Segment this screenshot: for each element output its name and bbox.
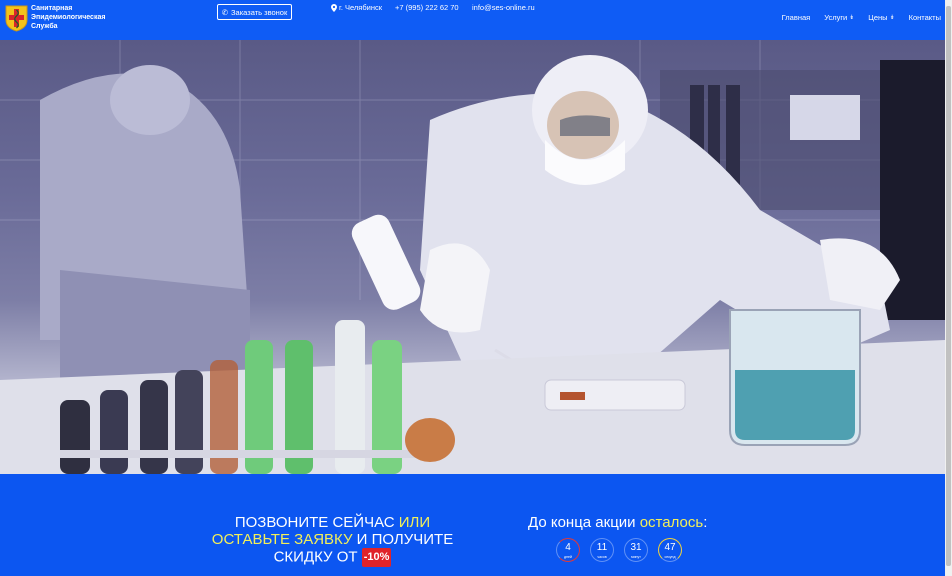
main-nav: Главная Услуги ↡ Цены ↡ Контакты bbox=[782, 13, 941, 22]
site-header: Санитарная Эпидемиологическая Служба ✆ З… bbox=[0, 0, 945, 40]
nav-label: Цены bbox=[868, 13, 888, 22]
email-link[interactable]: info@ses-online.ru bbox=[472, 3, 535, 12]
countdown-unit: минут bbox=[631, 555, 641, 559]
countdown-days: 4 дней bbox=[556, 538, 580, 562]
nav-label: Контакты bbox=[908, 13, 941, 22]
logo-icon[interactable] bbox=[4, 4, 29, 32]
countdown-unit: секунд bbox=[664, 555, 676, 559]
promo-text: И ПОЛУЧИТЕ bbox=[352, 531, 454, 548]
nav-label: Услуги bbox=[824, 13, 848, 22]
countdown-hours: 11 часов bbox=[590, 538, 614, 562]
logo-line: Санитарная bbox=[31, 5, 73, 12]
nav-item-services[interactable]: Услуги ↡ bbox=[824, 13, 854, 22]
logo-text: Санитарная Эпидемиологическая Служба bbox=[31, 4, 111, 31]
countdown-value: 4 bbox=[565, 542, 571, 553]
promo-highlight: ИЛИ bbox=[398, 514, 431, 531]
countdown-title: До конца акции осталось: bbox=[528, 514, 707, 531]
phone-icon: ✆ bbox=[221, 7, 229, 17]
countdown-seconds: 47 секунд bbox=[658, 538, 682, 562]
countdown-value: 11 bbox=[596, 542, 608, 553]
countdown-unit: часов bbox=[597, 555, 607, 559]
promo-highlight: ОСТАВЬТЕ ЗАЯВКУ bbox=[211, 531, 353, 548]
nav-label: Главная bbox=[781, 13, 811, 22]
countdown-title-highlight: осталось bbox=[639, 514, 704, 531]
phone-number[interactable]: +7 (995) 222 62 70 bbox=[395, 3, 459, 12]
lab-scene-illustration bbox=[0, 40, 945, 474]
city-info: г. Челябинск bbox=[331, 3, 382, 12]
logo-line: Эпидемиологическая bbox=[31, 14, 106, 21]
countdown-value: 31 bbox=[630, 542, 642, 553]
chevron-down-icon: ↡ bbox=[849, 15, 855, 21]
discount-badge: -10% bbox=[361, 548, 392, 567]
email-address[interactable]: info@ses-online.ru bbox=[472, 3, 535, 12]
countdown-timer: 4 дней 11 часов 31 минут 47 секунд bbox=[556, 538, 682, 562]
nav-item-home[interactable]: Главная bbox=[782, 13, 811, 22]
scrollbar-thumb[interactable] bbox=[946, 6, 951, 566]
nav-item-contacts[interactable]: Контакты bbox=[909, 13, 941, 22]
chevron-down-icon: ↡ bbox=[889, 15, 895, 21]
countdown-minutes: 31 минут bbox=[624, 538, 648, 562]
promo-text: СКИДКУ ОТ bbox=[273, 548, 362, 566]
countdown-unit: дней bbox=[564, 555, 572, 559]
location-pin-icon bbox=[331, 3, 337, 12]
logo-line: Служба bbox=[31, 23, 58, 30]
promo-text: ПОЗВОНИТЕ СЕЙЧАС bbox=[234, 514, 399, 531]
countdown-title-text: До конца акции bbox=[528, 514, 640, 531]
city-label: г. Челябинск bbox=[339, 3, 383, 12]
page-scrollbar[interactable] bbox=[945, 0, 952, 576]
nav-item-prices[interactable]: Цены ↡ bbox=[868, 13, 894, 22]
promo-callout: ПОЗВОНИТЕ СЕЙЧАС ИЛИ ОСТАВЬТЕ ЗАЯВКУ И П… bbox=[205, 514, 460, 567]
promo-section: ПОЗВОНИТЕ СЕЙЧАС ИЛИ ОСТАВЬТЕ ЗАЯВКУ И П… bbox=[0, 474, 945, 576]
countdown-value: 47 bbox=[664, 542, 676, 553]
order-call-button[interactable]: ✆ Заказать звонок bbox=[217, 4, 292, 20]
countdown-title-colon: : bbox=[703, 514, 708, 531]
hero-lab-photo bbox=[0, 40, 945, 474]
phone-link[interactable]: +7 (995) 222 62 70 bbox=[395, 3, 459, 12]
order-call-label: Заказать звонок bbox=[231, 7, 288, 17]
